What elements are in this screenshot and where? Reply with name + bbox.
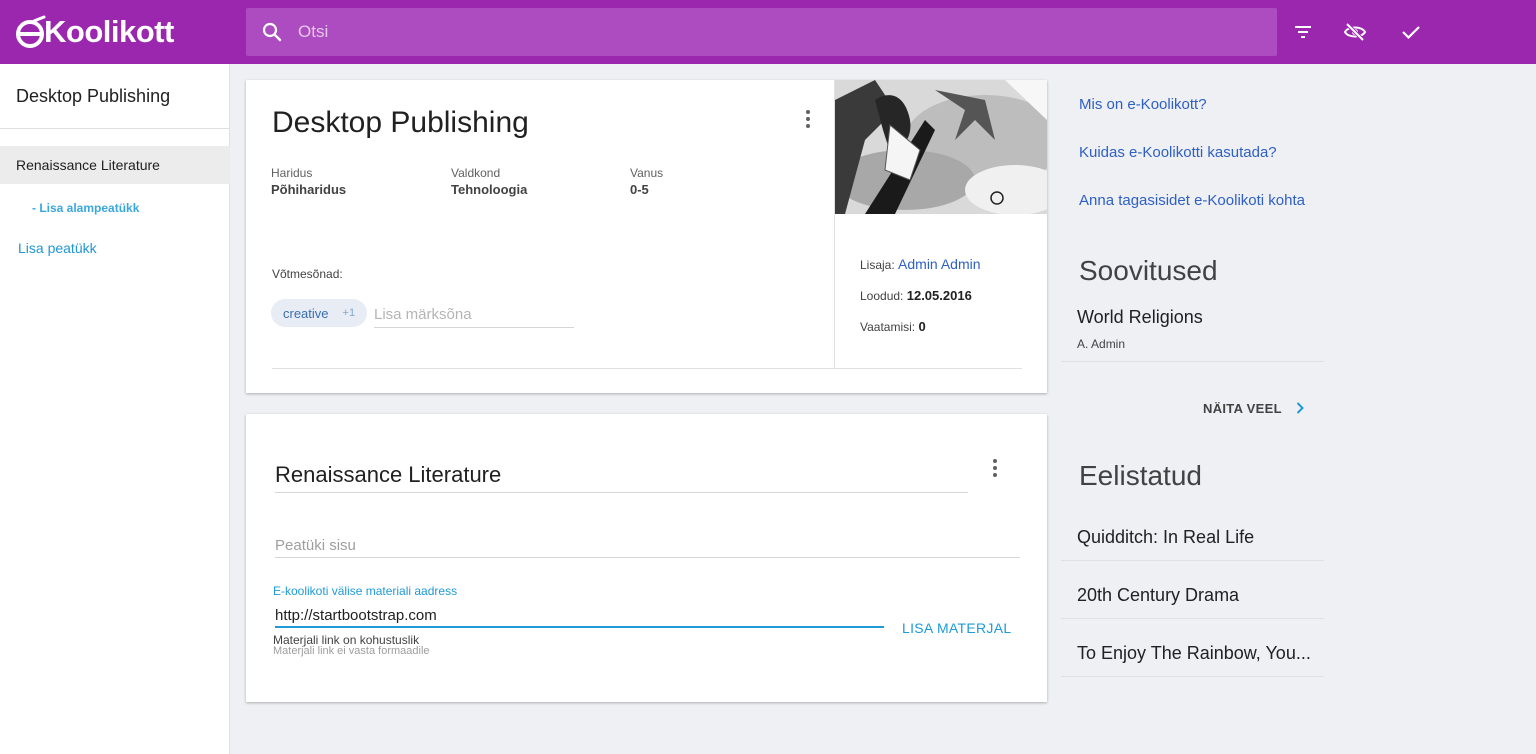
- keywords-label: Võtmesõnad:: [272, 267, 343, 281]
- more-vert-icon[interactable]: [983, 456, 1007, 480]
- keyword-input[interactable]: [374, 302, 574, 328]
- favorite-title: To Enjoy The Rainbow, You...: [1077, 643, 1311, 663]
- search-input[interactable]: [298, 8, 1258, 56]
- more-vert-icon[interactable]: [796, 107, 820, 131]
- portfolio-title: Desktop Publishing: [272, 106, 529, 139]
- sidebar-portfolio-title[interactable]: Desktop Publishing: [16, 86, 170, 107]
- created-label: Loodud:: [860, 289, 904, 303]
- show-more-label: NÄITA VEEL: [1203, 400, 1282, 416]
- sidebar-item-chapter-label: Renaissance Literature: [16, 157, 160, 173]
- logo-e-icon: [16, 15, 46, 48]
- domain-label: Valdkond: [451, 166, 501, 180]
- chevron-right-icon: [1296, 402, 1304, 414]
- show-more-button[interactable]: NÄITA VEEL: [1203, 398, 1310, 418]
- favorite-title: 20th Century Drama: [1077, 585, 1240, 605]
- thumbnail-image: [835, 80, 1047, 214]
- favorite-item[interactable]: To Enjoy The Rainbow, You...: [1061, 633, 1324, 677]
- created-value: 12.05.2016: [906, 288, 972, 303]
- sidebar-divider: [0, 128, 230, 129]
- check-icon[interactable]: [1399, 20, 1423, 44]
- add-chapter-link[interactable]: Lisa peatükk: [18, 240, 97, 256]
- add-material-button[interactable]: LISA MATERJAL: [902, 620, 1011, 636]
- logo-text: Koolikott: [44, 14, 174, 49]
- portfolio-thumbnail[interactable]: [835, 80, 1047, 214]
- favorites-heading: Eelistatud: [1079, 460, 1202, 491]
- views-label: Vaatamisi:: [860, 320, 916, 334]
- education-value: Põhiharidus: [271, 182, 347, 197]
- recommendation-title: World Religions: [1077, 307, 1203, 327]
- education-label: Haridus: [271, 166, 313, 180]
- creator-row: Lisaja: Admin Admin: [860, 256, 981, 272]
- favorite-title: Quidditch: In Real Life: [1077, 527, 1255, 547]
- chapter-title-field[interactable]: Renaissance Literature: [275, 462, 968, 493]
- age-value: 0-5: [630, 182, 649, 197]
- top-app-bar: Koolikott: [0, 0, 1536, 64]
- about-link[interactable]: Mis on e-Koolikott?: [1079, 96, 1207, 113]
- material-url-label: E-koolikoti välise materiali aadress: [273, 584, 458, 598]
- filter-icon[interactable]: [1291, 20, 1315, 44]
- favorite-item[interactable]: 20th Century Drama: [1061, 575, 1324, 619]
- logo[interactable]: Koolikott: [14, 12, 174, 52]
- chapter-editor-card: Renaissance Literature E-koolikoti välis…: [246, 414, 1047, 702]
- material-url-input[interactable]: [275, 604, 884, 628]
- url-format-error: Materjali link ei vasta formaadile: [273, 645, 430, 657]
- keyword-chip[interactable]: creative +1: [271, 299, 368, 327]
- views-value: 0: [918, 319, 926, 334]
- recommendations-heading: Soovitused: [1079, 255, 1218, 286]
- recommendation-item[interactable]: World Religions A. Admin: [1061, 296, 1324, 362]
- views-row: Vaatamisi: 0: [860, 319, 926, 334]
- favorite-item[interactable]: Quidditch: In Real Life: [1061, 517, 1324, 561]
- recommendation-author: A. Admin: [1077, 337, 1126, 351]
- how-to-use-link[interactable]: Kuidas e-Koolikotti kasutada?: [1079, 144, 1277, 161]
- created-row: Loodud: 12.05.2016: [860, 288, 972, 303]
- keyword-chip-label: creative: [283, 305, 329, 321]
- add-subchapter-link[interactable]: - Lisa alampeatükk: [32, 201, 139, 215]
- sidebar: Desktop Publishing Renaissance Literatur…: [0, 64, 230, 754]
- search-icon[interactable]: [260, 20, 284, 44]
- chapter-content-input[interactable]: [275, 534, 1020, 558]
- card-divider: [272, 368, 1022, 369]
- domain-value: Tehnoloogia: [451, 182, 528, 197]
- visibility-off-icon[interactable]: [1343, 20, 1367, 44]
- portfolio-summary-card: Desktop Publishing Haridus Põhiharidus V…: [246, 80, 1047, 393]
- sidebar-item-chapter[interactable]: Renaissance Literature: [0, 146, 230, 184]
- keyword-chip-count: +1: [342, 307, 356, 319]
- age-label: Vanus: [630, 166, 664, 180]
- search-bar: [246, 8, 1277, 56]
- creator-label: Lisaja:: [860, 258, 895, 272]
- creator-link[interactable]: Admin Admin: [898, 256, 980, 272]
- feedback-link[interactable]: Anna tagasisidet e-Koolikoti kohta: [1079, 192, 1305, 209]
